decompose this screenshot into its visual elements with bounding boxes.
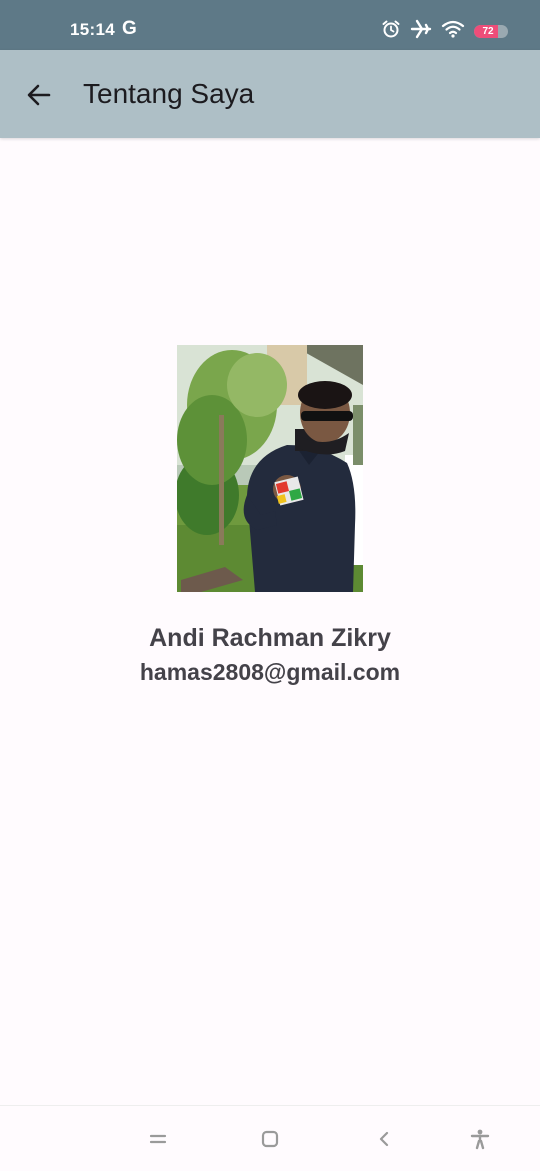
profile-photo: [177, 345, 363, 592]
menu-icon: [149, 1134, 167, 1144]
battery-icon: 72: [474, 24, 508, 38]
status-icons: 72: [381, 19, 508, 44]
status-time: 15:14: [70, 20, 115, 39]
recent-apps-button[interactable]: [143, 1124, 173, 1154]
back-button[interactable]: [18, 74, 60, 116]
home-button[interactable]: [255, 1124, 285, 1154]
status-bar: 15:14 G 72: [0, 0, 540, 50]
back-nav-button[interactable]: [369, 1124, 399, 1154]
arrow-back-icon: [27, 84, 51, 106]
google-g-icon: G: [122, 18, 137, 39]
back-icon: [379, 1131, 389, 1147]
app-bar: Tentang Saya: [0, 50, 540, 138]
page-title: Tentang Saya: [83, 78, 255, 109]
profile-email: hamas2808@gmail.com: [139, 659, 401, 685]
accessibility-icon: [470, 1129, 490, 1150]
alarm-icon: [381, 19, 401, 44]
home-icon: [261, 1130, 279, 1148]
wifi-icon: [441, 19, 465, 44]
accessibility-button[interactable]: [465, 1124, 495, 1154]
battery-level: 72: [482, 25, 494, 37]
navigation-bar: [0, 1105, 540, 1171]
profile-name: Andi Rachman Zikry: [149, 624, 391, 652]
airplane-icon: [410, 19, 432, 44]
